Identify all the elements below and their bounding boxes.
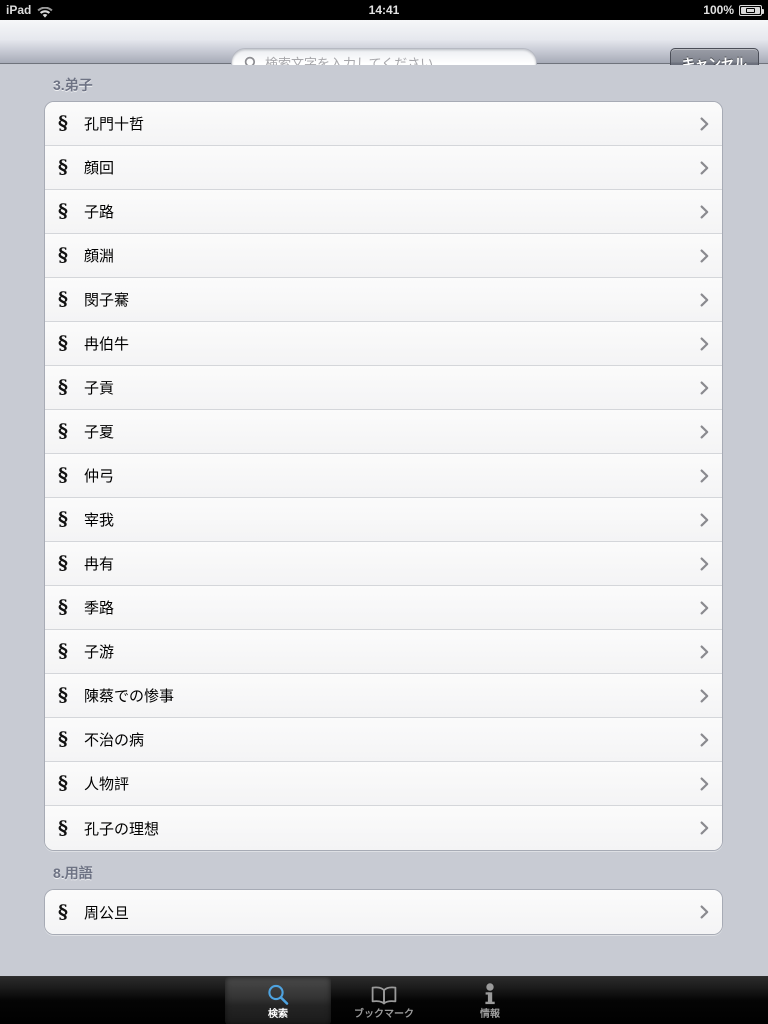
section-sign-icon: § [58,816,68,839]
table-row-label: 孔門十哲 [84,116,145,133]
table-row-label: 不治の病 [84,732,145,749]
chevron-right-icon [700,293,709,307]
tab-info-label: 情報 [480,1008,500,1020]
chevron-right-icon [700,601,709,615]
section-sign-icon: § [58,244,68,266]
chevron-right-icon [700,205,709,219]
tab-search[interactable]: 検索 [225,977,331,1024]
section-sign-icon: § [58,420,68,442]
tab-bar: 検索 ブックマーク 情報 [0,976,768,1024]
battery-percent-label: 100% [703,3,734,17]
table-row-label: 周公旦 [84,904,130,922]
table-row[interactable]: § 顔回 [45,146,722,190]
table-row[interactable]: § 子貢 [45,366,722,410]
section-sign-icon: § [58,684,68,706]
chevron-right-icon [700,425,709,439]
list-group: § 周公旦 [44,889,723,935]
section-sign-icon: § [58,772,68,794]
table-row-label: 閔子騫 [84,292,130,309]
chevron-right-icon [700,381,709,395]
tab-info[interactable]: 情報 [437,977,543,1024]
table-row-label: 冉伯牛 [84,336,130,353]
section-sign-icon: § [58,112,68,134]
table-row-label: 子路 [84,204,115,221]
table-row-label: 冉有 [84,556,115,573]
section-sign-icon: § [58,376,68,398]
search-results-list[interactable]: 3.弟子 § 孔門十哲 § 顔回 § 子路 § 顔淵 § 閔子騫 § 冉伯牛 § 子貢 § 子夏 § 仲弓 § 宰我 § 冉… [0,65,768,976]
table-row-label: 顔淵 [84,248,115,265]
table-row-label: 宰我 [84,512,115,529]
section-sign-icon: § [58,728,68,750]
battery-charging-icon [739,4,764,16]
chevron-right-icon [700,337,709,351]
chevron-right-icon [700,117,709,131]
clock-label: 14:41 [368,3,400,17]
chevron-right-icon [700,821,709,835]
section-sign-icon: § [58,508,68,530]
table-row[interactable]: § 宰我 [45,498,722,542]
table-row-label: 顔回 [84,160,115,177]
chevron-right-icon [700,469,709,483]
table-row[interactable]: § 仲弓 [45,454,722,498]
chevron-right-icon [700,733,709,747]
tab-bookmark-label: ブックマーク [354,1008,414,1020]
chevron-right-icon [700,905,709,919]
section-sign-icon: § [58,552,68,574]
table-row-label: 人物評 [84,776,130,793]
table-row-label: 子夏 [84,424,115,441]
table-row-label: 陳蔡での惨事 [84,688,175,705]
table-row[interactable]: § 周公旦 [45,890,722,934]
section-header: 8.用語 [53,865,93,881]
section-sign-icon: § [58,156,68,178]
section-sign-icon: § [58,596,68,618]
section-header: 3.弟子 [53,77,93,93]
table-row[interactable]: § 陳蔡での惨事 [45,674,722,718]
table-row[interactable]: § 閔子騫 [45,278,722,322]
table-row[interactable]: § 孔門十哲 [45,102,722,146]
table-row[interactable]: § 季路 [45,586,722,630]
table-row[interactable]: § 人物評 [45,762,722,806]
table-row[interactable]: § 孔子の理想 [45,806,722,850]
list-section: 8.用語 § 周公旦 [0,853,768,935]
table-row[interactable]: § 子路 [45,190,722,234]
section-sign-icon: § [58,288,68,310]
chevron-right-icon [700,777,709,791]
table-row-label: 孔子の理想 [84,820,160,838]
magnifier-icon [265,983,291,1007]
section-sign-icon: § [58,200,68,222]
table-row[interactable]: § 子夏 [45,410,722,454]
tab-search-label: 検索 [268,1008,288,1020]
search-bar: 検索文字を入力してください キャンセル [0,20,768,77]
table-row[interactable]: § 顔淵 [45,234,722,278]
table-row[interactable]: § 不治の病 [45,718,722,762]
table-row[interactable]: § 冉伯牛 [45,322,722,366]
table-row-label: 子游 [84,644,115,661]
chevron-right-icon [700,645,709,659]
chevron-right-icon [700,557,709,571]
book-icon [371,983,397,1007]
section-sign-icon: § [58,464,68,486]
table-row[interactable]: § 子游 [45,630,722,674]
status-bar-right: 100% [703,0,764,20]
ipad-screen: iPad 14:41 100% 検索文字を入力してください キャンセル 3.弟子… [0,0,768,1024]
table-row-label: 季路 [84,600,115,617]
table-row[interactable]: § 冉有 [45,542,722,586]
tab-bookmark[interactable]: ブックマーク [331,977,437,1024]
section-sign-icon: § [58,332,68,354]
table-row-label: 仲弓 [84,468,115,485]
list-section: 3.弟子 § 孔門十哲 § 顔回 § 子路 § 顔淵 § 閔子騫 § 冉伯牛 § 子貢 § 子夏 § 仲弓 § 宰我 § 冉… [0,65,768,851]
info-person-icon [477,983,503,1007]
list-group: § 孔門十哲 § 顔回 § 子路 § 顔淵 § 閔子騫 § 冉伯牛 § 子貢 § 子夏 § 仲弓 § 宰我 § 冉有 § 季路… [44,101,723,851]
chevron-right-icon [700,161,709,175]
chevron-right-icon [700,689,709,703]
section-sign-icon: § [58,640,68,662]
status-bar: iPad 14:41 100% [0,0,768,20]
table-row-label: 子貢 [84,380,115,397]
chevron-right-icon [700,249,709,263]
section-sign-icon: § [58,900,68,923]
chevron-right-icon [700,513,709,527]
